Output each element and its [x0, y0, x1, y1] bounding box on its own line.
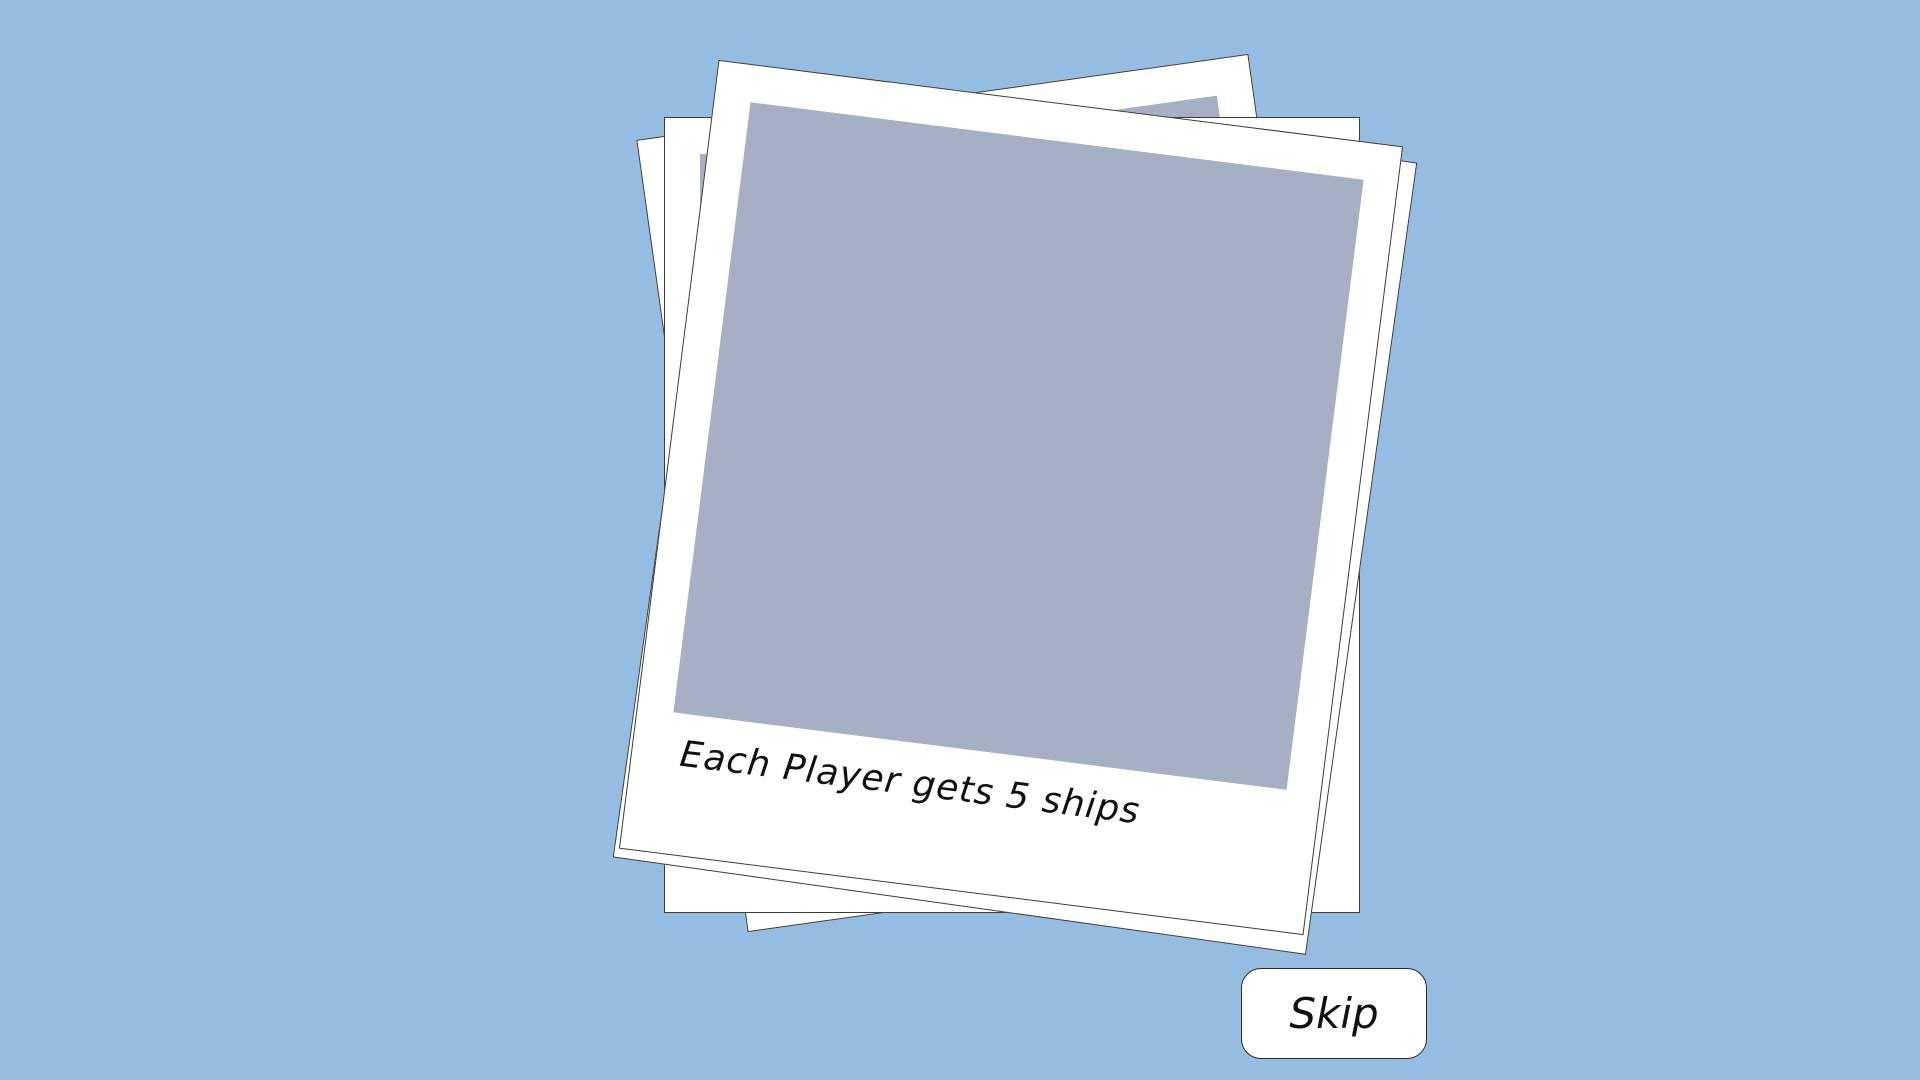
polaroid-card-top: Each Player gets 5 ships	[618, 59, 1404, 936]
tutorial-screen: { "tutorial": { "caption": "Each Player …	[0, 0, 1920, 1080]
photo-placeholder	[673, 102, 1364, 790]
polaroid-stack: Each Player gets 5 ships	[0, 0, 1920, 1080]
skip-button[interactable]: Skip	[1241, 968, 1427, 1059]
